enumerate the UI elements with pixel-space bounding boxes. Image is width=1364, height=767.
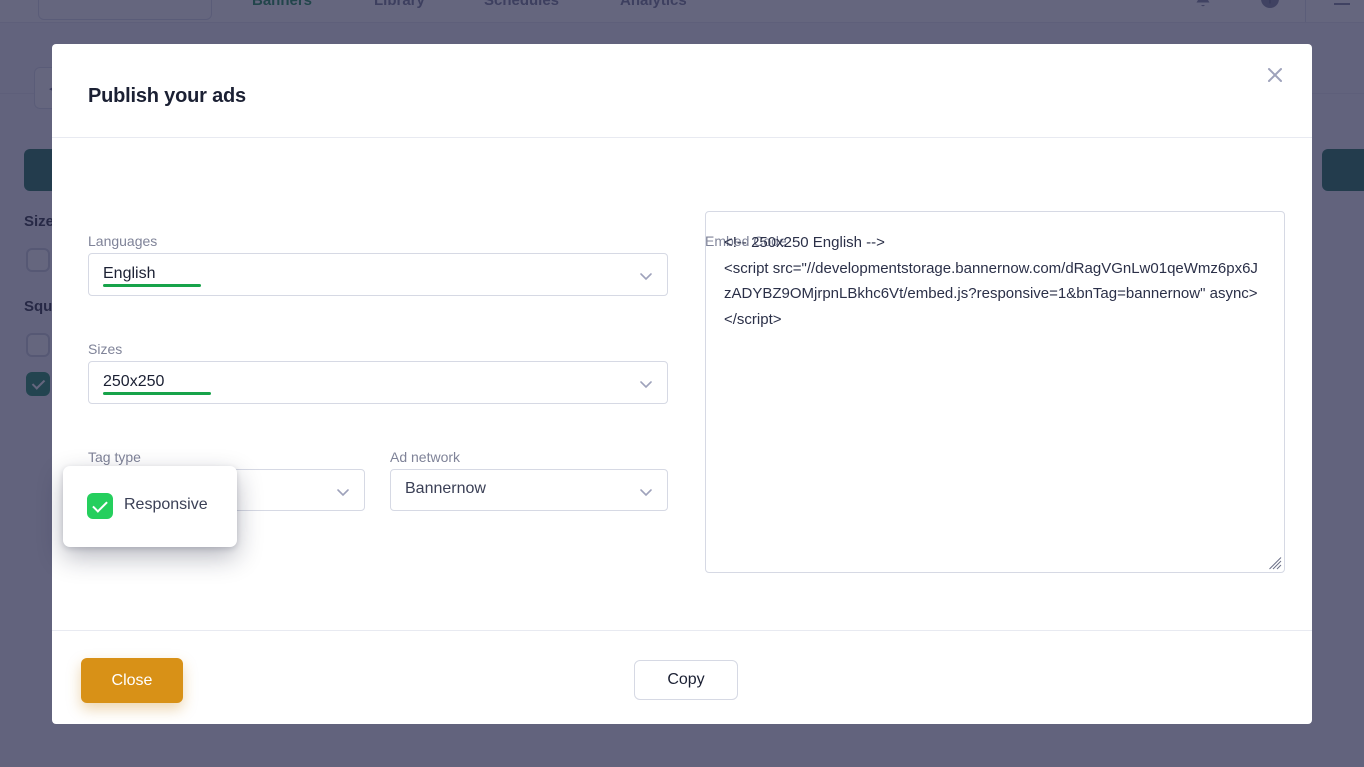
resize-handle-icon[interactable] — [1269, 557, 1282, 570]
chevron-down-icon — [639, 269, 653, 283]
embed-code-text: <!-- 250x250 English --> <script src="//… — [724, 234, 1258, 328]
close-icon[interactable] — [1260, 60, 1290, 90]
modal-body: Languages English Sizes 250x250 Tag type… — [52, 138, 1312, 630]
languages-label: Languages — [88, 233, 158, 249]
chevron-down-icon — [639, 485, 653, 499]
modal-footer: Close Copy — [52, 630, 1312, 724]
sizes-select-value: 250x250 — [103, 373, 165, 390]
sizes-select[interactable]: 250x250 — [88, 361, 668, 404]
responsive-checkbox-label: Responsive — [124, 496, 208, 513]
sizes-label: Sizes — [88, 341, 123, 357]
languages-select[interactable]: English — [88, 253, 668, 296]
tag-type-label: Tag type — [88, 449, 141, 465]
publish-ads-modal: Publish your ads Languages English Sizes… — [52, 44, 1312, 724]
chevron-down-icon — [336, 485, 350, 499]
embed-code-textarea[interactable]: <!-- 250x250 English --> <script src="//… — [705, 211, 1285, 573]
languages-select-value: English — [103, 265, 156, 282]
modal-header: Publish your ads — [52, 44, 1312, 138]
page-title: Publish your ads — [88, 85, 246, 107]
sizes-select-underline — [103, 392, 211, 395]
languages-select-underline — [103, 284, 201, 287]
close-button[interactable]: Close — [81, 658, 183, 703]
chevron-down-icon — [639, 377, 653, 391]
responsive-checkbox[interactable] — [87, 493, 113, 519]
ad-network-select-value: Bannernow — [405, 480, 486, 497]
responsive-spotlight-card: Responsive — [63, 466, 237, 547]
ad-network-label: Ad network — [390, 449, 461, 465]
copy-button[interactable]: Copy — [634, 660, 738, 700]
ad-network-select[interactable]: Bannernow — [390, 469, 668, 511]
